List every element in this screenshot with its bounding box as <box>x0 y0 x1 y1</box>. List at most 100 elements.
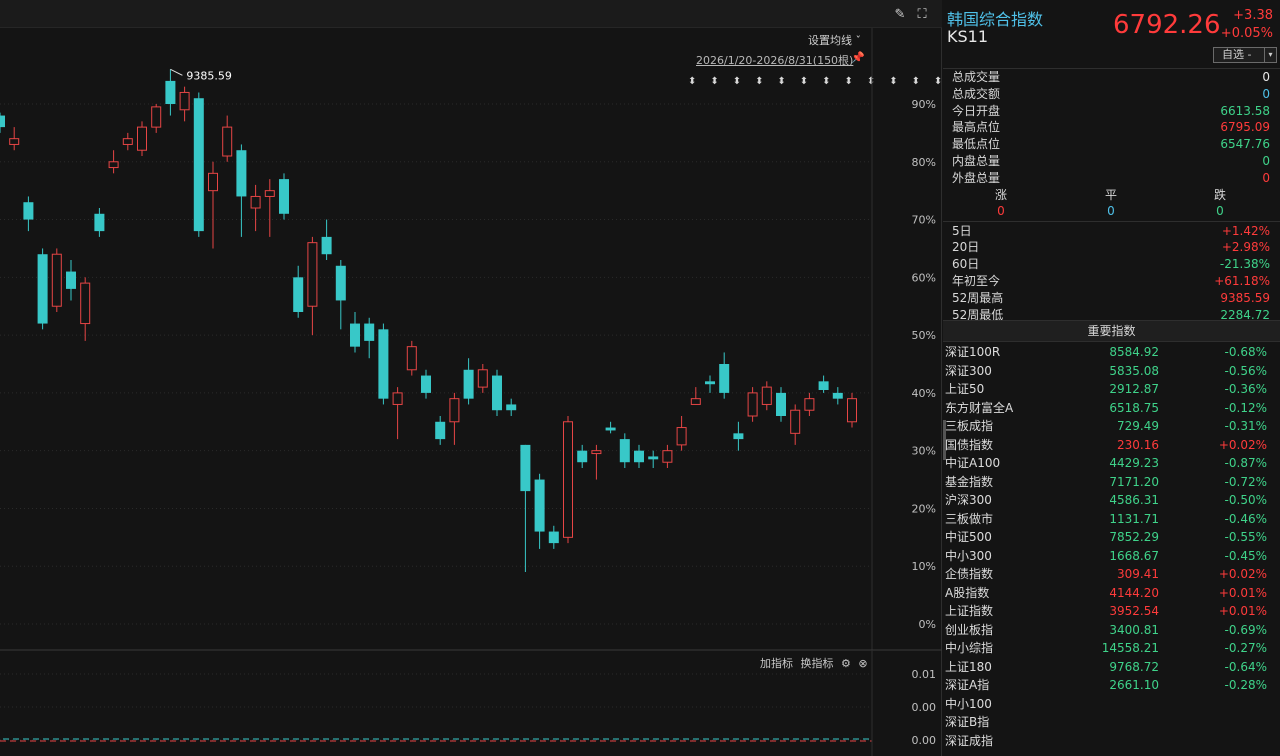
major-index-row[interactable]: 深证100R 8584.92 -0.68% <box>943 343 1280 362</box>
major-index-pct: -0.31% <box>1224 419 1267 433</box>
major-indices-list: 深证100R 8584.92 -0.68% 深证300 5835.08 -0.56% 上证5… <box>943 343 1280 750</box>
major-index-row[interactable]: 上证指数 3952.54 +0.01% <box>943 602 1280 621</box>
period-value: -21.38% <box>1219 257 1270 272</box>
major-index-pct: -0.27% <box>1224 641 1267 655</box>
major-index-row[interactable]: 东方财富全A 6518.75 -0.12% <box>943 399 1280 418</box>
candle <box>364 317 375 359</box>
period-row: 52周最高 9385.59 <box>943 290 1280 307</box>
candle <box>23 196 34 232</box>
candle-body <box>222 126 233 157</box>
chevron-down-icon[interactable]: ▾ <box>1264 48 1276 62</box>
candle-body <box>818 381 829 390</box>
switch-indicator-button[interactable]: 换指标 <box>801 657 834 670</box>
candle <box>236 144 247 237</box>
candle <box>605 421 616 434</box>
major-index-row[interactable]: 三板做市 1131.71 -0.46% <box>943 510 1280 529</box>
candle-body <box>421 375 431 393</box>
candle-body <box>165 80 176 104</box>
major-index-row[interactable]: 创业板指 3400.81 -0.69% <box>943 621 1280 640</box>
candle <box>477 364 488 393</box>
candle <box>66 260 76 301</box>
period-value: +2.98% <box>1221 240 1270 255</box>
stat-value: 0 <box>1262 86 1270 101</box>
add-indicator-button[interactable]: 加指标 <box>760 657 793 670</box>
major-index-row[interactable]: 三板成指 729.49 -0.31% <box>943 417 1280 436</box>
watchlist-dropdown[interactable]: 自选 - ▾ <box>1213 47 1277 63</box>
major-index-name: 上证180 <box>945 659 992 674</box>
candle-body <box>122 138 133 145</box>
candle <box>335 260 346 330</box>
candle <box>0 112 5 133</box>
candle-body <box>364 323 375 341</box>
period-value: +1.42% <box>1221 223 1270 238</box>
major-index-name: A股指数 <box>945 585 990 600</box>
major-index-row[interactable]: 中证A100 4429.23 -0.87% <box>943 454 1280 473</box>
major-index-row[interactable]: A股指数 4144.20 +0.01% <box>943 584 1280 603</box>
candle <box>506 398 517 416</box>
major-index-row[interactable]: 企债指数 309.41 +0.02% <box>943 565 1280 584</box>
close-icon[interactable]: ⊗ <box>858 657 867 670</box>
major-index-name: 企债指数 <box>945 567 994 581</box>
stat-row: 总成交额 0 <box>943 86 1280 103</box>
candle-body <box>208 172 218 192</box>
stat-value: 0 <box>1262 170 1270 185</box>
candle-body <box>193 98 204 232</box>
candle-body <box>719 364 730 393</box>
candle <box>350 312 360 353</box>
candle-body <box>506 404 517 411</box>
major-index-row[interactable]: 深证成指 <box>943 732 1280 751</box>
candle <box>435 416 446 445</box>
y-tick-label: 30% <box>912 445 936 458</box>
major-index-row[interactable]: 中小100 <box>943 695 1280 714</box>
major-index-row[interactable]: 中证500 7852.29 -0.55% <box>943 528 1280 547</box>
period-value: +61.18% <box>1214 273 1270 288</box>
candle-body <box>151 106 162 128</box>
major-index-name: 深证300 <box>945 363 992 378</box>
sub-indicator-toolbar: 加指标 换指标 ⚙ ⊗ <box>760 655 872 671</box>
major-index-value: 729.49 <box>1117 419 1159 433</box>
candle <box>534 473 545 549</box>
candle-body <box>435 421 446 440</box>
kline-chart-area[interactable]: ✎ ⛶ 设置均线 ˇ 2026/1/20-2026/8/31(150根) 📌 ⬍… <box>0 0 942 756</box>
major-index-name: 三板做市 <box>945 511 994 526</box>
candlestick-svg[interactable]: 90% 80% 70% 60% 50% 40% 30% 20% 10% 0% 9385.59 0.… <box>0 0 942 756</box>
major-index-row[interactable]: 中小综指 14558.21 -0.27% <box>943 639 1280 658</box>
major-index-row[interactable]: 上证180 9768.72 -0.64% <box>943 658 1280 677</box>
index-change: +3.38 <box>1233 8 1273 23</box>
y-tick-label: 20% <box>912 502 936 515</box>
candle-body <box>690 398 701 405</box>
major-index-row[interactable]: 中小300 1668.67 -0.45% <box>943 547 1280 566</box>
major-index-pct: -0.56% <box>1224 363 1267 378</box>
candle-body <box>591 450 602 455</box>
major-index-pct: -0.36% <box>1224 382 1267 396</box>
stat-row: 内盘总量 0 <box>943 153 1280 170</box>
major-index-row[interactable]: 基金指数 7171.20 -0.72% <box>943 473 1280 492</box>
major-index-value: 6518.75 <box>1109 400 1159 415</box>
major-index-row[interactable]: 深证B指 <box>943 713 1280 732</box>
major-index-name: 中小综指 <box>945 641 994 655</box>
major-index-name: 深证成指 <box>945 733 994 748</box>
candle <box>151 104 162 133</box>
y-tick-label: 10% <box>912 560 936 573</box>
candle <box>94 208 105 237</box>
candle-body <box>463 369 474 399</box>
major-index-row[interactable]: 深证A指 2661.10 -0.28% <box>943 676 1280 695</box>
candle <box>264 179 275 237</box>
candle-body <box>534 479 545 532</box>
major-index-name: 深证B指 <box>945 715 990 729</box>
sub-y-tick-label: 0.00 <box>912 701 937 714</box>
watchlist-label: 自选 - <box>1222 48 1252 61</box>
major-index-row[interactable]: 沪深300 4586.31 -0.50% <box>943 491 1280 510</box>
major-index-row[interactable]: 上证50 2912.87 -0.36% <box>943 380 1280 399</box>
panel-scrollbar[interactable] <box>943 420 946 460</box>
major-index-row[interactable]: 深证300 5835.08 -0.56% <box>943 362 1280 381</box>
candle <box>463 358 474 405</box>
gear-icon[interactable]: ⚙ <box>841 657 851 670</box>
candle <box>662 444 673 468</box>
candle-body <box>548 531 559 544</box>
candle <box>634 444 644 468</box>
candle <box>222 115 233 162</box>
major-index-row[interactable]: 国债指数 230.16 +0.02% <box>943 436 1280 455</box>
candle-body <box>492 375 502 411</box>
candle <box>818 375 829 393</box>
